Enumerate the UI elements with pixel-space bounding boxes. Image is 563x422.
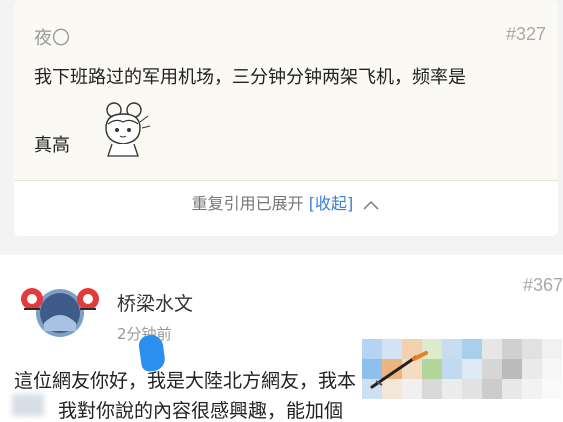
quoted-reply-card: 夜〇 #327 我下班路过的军用机场，三分钟分钟两架飞机，频率是 真高 重复引用…: [14, 0, 558, 236]
post-text-line1: 這位網友你好，我是大陸北方網友，我本: [14, 370, 357, 392]
reply-post: 桥梁水文 #367 2分钟前 這位網友你好，我是大陸北方網友，我本 我對你說的內…: [0, 255, 563, 422]
post-text-line2: 我對你說的內容很感興趣，能加個: [14, 396, 343, 422]
chevron-up-icon[interactable]: [362, 199, 380, 211]
forum-page: 夜〇 #327 我下班路过的军用机场，三分钟分钟两架飞机，频率是 真高 重复引用…: [0, 0, 563, 422]
user-avatar[interactable]: [20, 283, 100, 341]
quote-author-name[interactable]: 夜〇: [34, 24, 70, 50]
post-floor-number: #367: [522, 275, 563, 295]
post-text-line2-content: 我對你說的內容很感興趣，能加個: [58, 400, 344, 422]
collapse-prefix-label: 重复引用已展开: [191, 194, 304, 213]
quote-content-area: 夜〇 #327 我下班路过的军用机场，三分钟分钟两架飞机，频率是 真高: [14, 0, 558, 181]
collapse-quote-bar[interactable]: 重复引用已展开 [收起]: [14, 190, 558, 214]
post-username[interactable]: 桥梁水文: [117, 289, 193, 316]
anime-girl-sticker: [105, 102, 151, 157]
quote-text-line2: 真高: [34, 135, 70, 156]
pen-doodle: [370, 351, 428, 389]
quote-floor-number: #327: [505, 24, 546, 44]
collapse-link[interactable]: [收起]: [309, 194, 354, 213]
quote-text-line1: 我下班路过的军用机场，三分钟分钟两架飞机，频率是: [34, 67, 466, 88]
